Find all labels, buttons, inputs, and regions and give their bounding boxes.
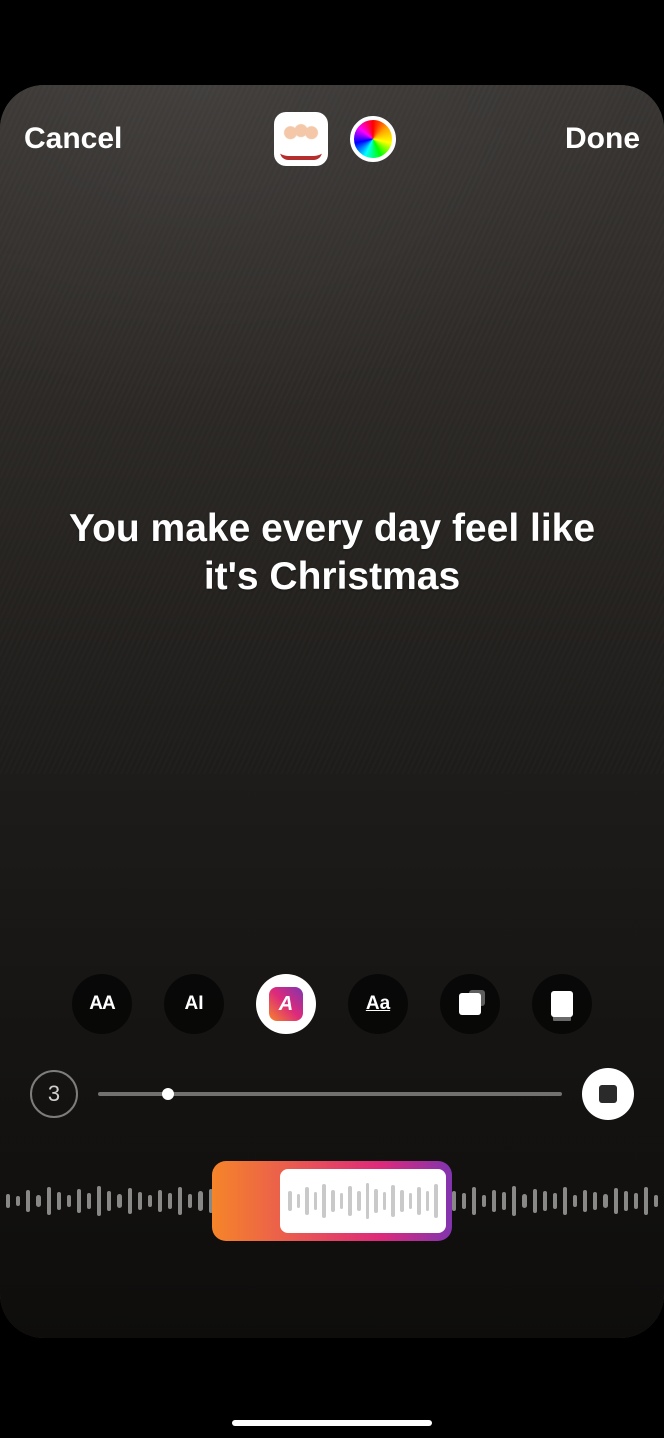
stop-icon xyxy=(599,1085,617,1103)
style-bold-caps[interactable]: AA xyxy=(72,974,132,1034)
music-thumbnail[interactable] xyxy=(274,112,328,166)
story-background-image xyxy=(0,85,664,1338)
cancel-button[interactable]: Cancel xyxy=(24,122,122,156)
lyric-style-row: AA AI A Aa xyxy=(0,974,664,1034)
style-outline[interactable]: AI xyxy=(164,974,224,1034)
stop-button[interactable] xyxy=(582,1068,634,1120)
color-picker-button[interactable] xyxy=(350,116,396,162)
gradient-a-icon: A xyxy=(269,987,303,1021)
progress-knob[interactable] xyxy=(162,1088,174,1100)
home-indicator xyxy=(232,1420,432,1426)
story-editor-frame: Cancel Done You make every day feel like… xyxy=(0,85,664,1338)
audio-waveform[interactable] xyxy=(0,1156,664,1246)
card-icon xyxy=(459,993,481,1015)
lyrics-text[interactable]: You make every day feel like it's Christ… xyxy=(0,505,664,600)
style-gradient[interactable]: A xyxy=(256,974,316,1034)
style-stack[interactable] xyxy=(532,974,592,1034)
style-card[interactable] xyxy=(440,974,500,1034)
top-bar: Cancel Done xyxy=(24,109,640,169)
scrubber-row: 3 xyxy=(30,1066,634,1122)
progress-track[interactable] xyxy=(98,1092,562,1096)
clip-waveform xyxy=(280,1169,446,1233)
stack-icon xyxy=(551,991,573,1017)
style-underline[interactable]: Aa xyxy=(348,974,408,1034)
page-count-badge[interactable]: 3 xyxy=(30,1070,78,1118)
done-button[interactable]: Done xyxy=(565,122,640,156)
audio-clip-selection[interactable] xyxy=(212,1161,452,1241)
album-art-icon xyxy=(280,118,322,160)
top-center-controls xyxy=(274,112,396,166)
